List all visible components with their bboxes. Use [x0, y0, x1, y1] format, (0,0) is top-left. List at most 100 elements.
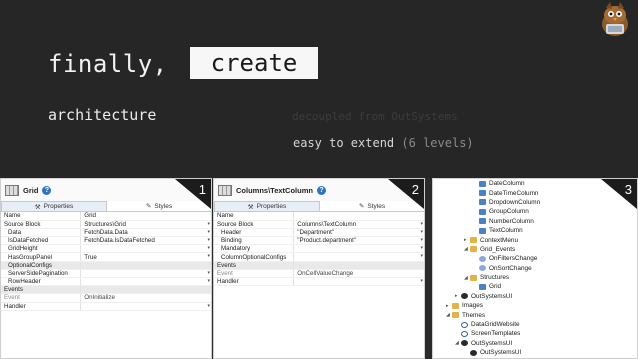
property-row[interactable]: Event OnCellValueChange: [214, 269, 424, 279]
property-value[interactable]: ▾: [80, 269, 211, 279]
property-value-text: OnCellValueChange: [297, 269, 354, 277]
property-value[interactable]: ▾: [80, 277, 211, 287]
tree-item[interactable]: ◢ Grid_Events: [433, 245, 637, 254]
folder-icon: [452, 312, 459, 319]
tree-item[interactable]: Grid: [433, 282, 637, 291]
property-value[interactable]: [80, 261, 211, 270]
property-value-text: Grid: [84, 212, 96, 220]
dropdown-arrow-icon[interactable]: ▾: [420, 278, 423, 284]
properties-table: Name Grid Source Block Structures\Grid ▾ Data…: [1, 212, 211, 311]
dropdown-arrow-icon[interactable]: ▾: [420, 229, 423, 235]
property-value[interactable]: OnCellValueChange: [293, 269, 424, 279]
property-row[interactable]: Mandatory ▾: [214, 244, 424, 254]
step-number: 2: [411, 182, 419, 197]
column-properties-panel: 2 Columns\TextColumn ? ⚒ Properties ✎ Styl…: [213, 178, 425, 359]
properties-table: Name Source Block Columns\TextColumn ▾ Heade…: [214, 212, 424, 287]
property-row[interactable]: Source Block Columns\TextColumn ▾: [214, 220, 424, 229]
tree-item-label: GroupColumn: [489, 208, 529, 216]
mascot-icon: [602, 2, 628, 36]
dropdown-arrow-icon[interactable]: ▾: [207, 303, 210, 309]
dropdown-arrow-icon[interactable]: ▾: [207, 229, 210, 235]
dropdown-arrow-icon[interactable]: ▾: [207, 237, 210, 243]
property-name: Source Block: [214, 220, 294, 229]
property-value[interactable]: Columns\TextColumn ▾: [293, 220, 424, 229]
tree-item[interactable]: DropdownColumn: [433, 198, 637, 207]
property-row[interactable]: Name Grid: [1, 212, 211, 221]
property-row[interactable]: Binding "Product.department" ▾: [214, 236, 424, 246]
property-value[interactable]: [80, 285, 211, 295]
tree-item[interactable]: OnSortChange: [433, 264, 637, 273]
property-row[interactable]: RowHeader ▾: [1, 277, 211, 287]
dropdown-arrow-icon[interactable]: ▾: [420, 237, 423, 243]
tree-item[interactable]: ◢ OutSystemsUI: [433, 339, 637, 348]
tree-item[interactable]: ◢ Themes: [433, 310, 637, 319]
tree-item[interactable]: OnFiltersChange: [433, 254, 637, 263]
property-row[interactable]: HasGroupPanel True ▾: [1, 252, 211, 262]
tree-item[interactable]: OutSystemsUI: [433, 348, 637, 357]
property-value[interactable]: FetchData.IsDataFetched ▾: [80, 236, 211, 246]
property-value[interactable]: FetchData.Data ▾: [80, 228, 211, 238]
property-value[interactable]: ▾: [293, 244, 424, 254]
property-row[interactable]: Handler ▾: [214, 277, 424, 287]
dropdown-arrow-icon[interactable]: ▾: [420, 221, 423, 227]
dropdown-arrow-icon[interactable]: ▾: [207, 245, 210, 251]
property-row[interactable]: Source Block Structures\Grid ▾: [1, 220, 211, 229]
folder-icon: [470, 246, 477, 253]
property-value-text: "Department": [297, 228, 335, 236]
property-row[interactable]: Name: [214, 212, 424, 221]
property-row[interactable]: IsDataFetched FetchData.IsDataFetched ▾: [1, 236, 211, 246]
section-row: Events: [214, 261, 424, 270]
tree-item[interactable]: DataGridWebsite: [433, 320, 637, 329]
tree-item-label: OutSystemsUI: [471, 339, 513, 347]
tree-item[interactable]: ▸ Images: [433, 301, 637, 310]
slide-header: finally, create architecture decoupled f…: [0, 0, 638, 178]
property-value[interactable]: Grid: [80, 212, 211, 221]
tree-item[interactable]: ▸ ContextMenu: [433, 235, 637, 244]
property-value[interactable]: ▾: [80, 302, 211, 311]
tree-item[interactable]: GroupColumn: [433, 207, 637, 216]
block-icon: [479, 180, 486, 187]
property-row[interactable]: OptionalConfigs: [1, 261, 211, 270]
tab-styles[interactable]: ✎ Styles: [107, 201, 211, 211]
property-name: Binding: [214, 236, 294, 246]
property-row[interactable]: Header "Department" ▾: [214, 228, 424, 238]
property-name: Header: [214, 228, 294, 238]
dropdown-arrow-icon[interactable]: ▾: [207, 270, 210, 276]
property-row[interactable]: Data FetchData.Data ▾: [1, 228, 211, 238]
dropdown-arrow-icon[interactable]: ▾: [420, 253, 423, 259]
property-row[interactable]: ColumnOptionalConfigs ▾: [214, 252, 424, 262]
property-value[interactable]: ▾: [293, 252, 424, 262]
property-row[interactable]: Event OnInitialize: [1, 293, 211, 303]
property-value[interactable]: [293, 261, 424, 270]
tree-item[interactable]: TextColumn: [433, 226, 637, 235]
property-name: HasGroupPanel: [1, 252, 81, 262]
tree-item-label: Images: [462, 302, 483, 310]
property-row[interactable]: GridHeight ▾: [1, 244, 211, 254]
property-value[interactable]: Structures\Grid ▾: [80, 220, 211, 229]
help-icon[interactable]: ?: [316, 185, 326, 195]
tree-item[interactable]: ScreenTemplates: [433, 329, 637, 338]
property-value[interactable]: OnInitialize: [80, 293, 211, 303]
dropdown-arrow-icon[interactable]: ▾: [207, 221, 210, 227]
property-value[interactable]: "Product.department" ▾: [293, 236, 424, 246]
property-row[interactable]: ServerSidePagination ▾: [1, 269, 211, 279]
property-value[interactable]: True ▾: [80, 252, 211, 262]
tree-item[interactable]: NumberColumn: [433, 217, 637, 226]
tree-item[interactable]: DateTimeColumn: [433, 188, 637, 197]
tab-properties[interactable]: ⚒ Properties: [214, 201, 320, 211]
tree-item[interactable]: ◢ Structures: [433, 273, 637, 282]
tab-styles[interactable]: ✎ Styles: [320, 201, 424, 211]
property-value[interactable]: ▾: [293, 277, 424, 287]
tree-item[interactable]: ▸ OutSystemsUI: [433, 292, 637, 301]
dropdown-arrow-icon[interactable]: ▾: [207, 253, 210, 259]
property-value[interactable]: ▾: [80, 244, 211, 254]
dropdown-arrow-icon[interactable]: ▾: [207, 278, 210, 284]
block-icon: [479, 283, 486, 290]
property-value[interactable]: [293, 212, 424, 221]
property-name: OptionalConfigs: [1, 261, 81, 270]
property-value[interactable]: "Department" ▾: [293, 228, 424, 238]
property-row[interactable]: Handler ▾: [1, 302, 211, 311]
help-icon[interactable]: ?: [42, 185, 52, 195]
tab-properties[interactable]: ⚒ Properties: [1, 201, 107, 211]
dropdown-arrow-icon[interactable]: ▾: [420, 245, 423, 251]
